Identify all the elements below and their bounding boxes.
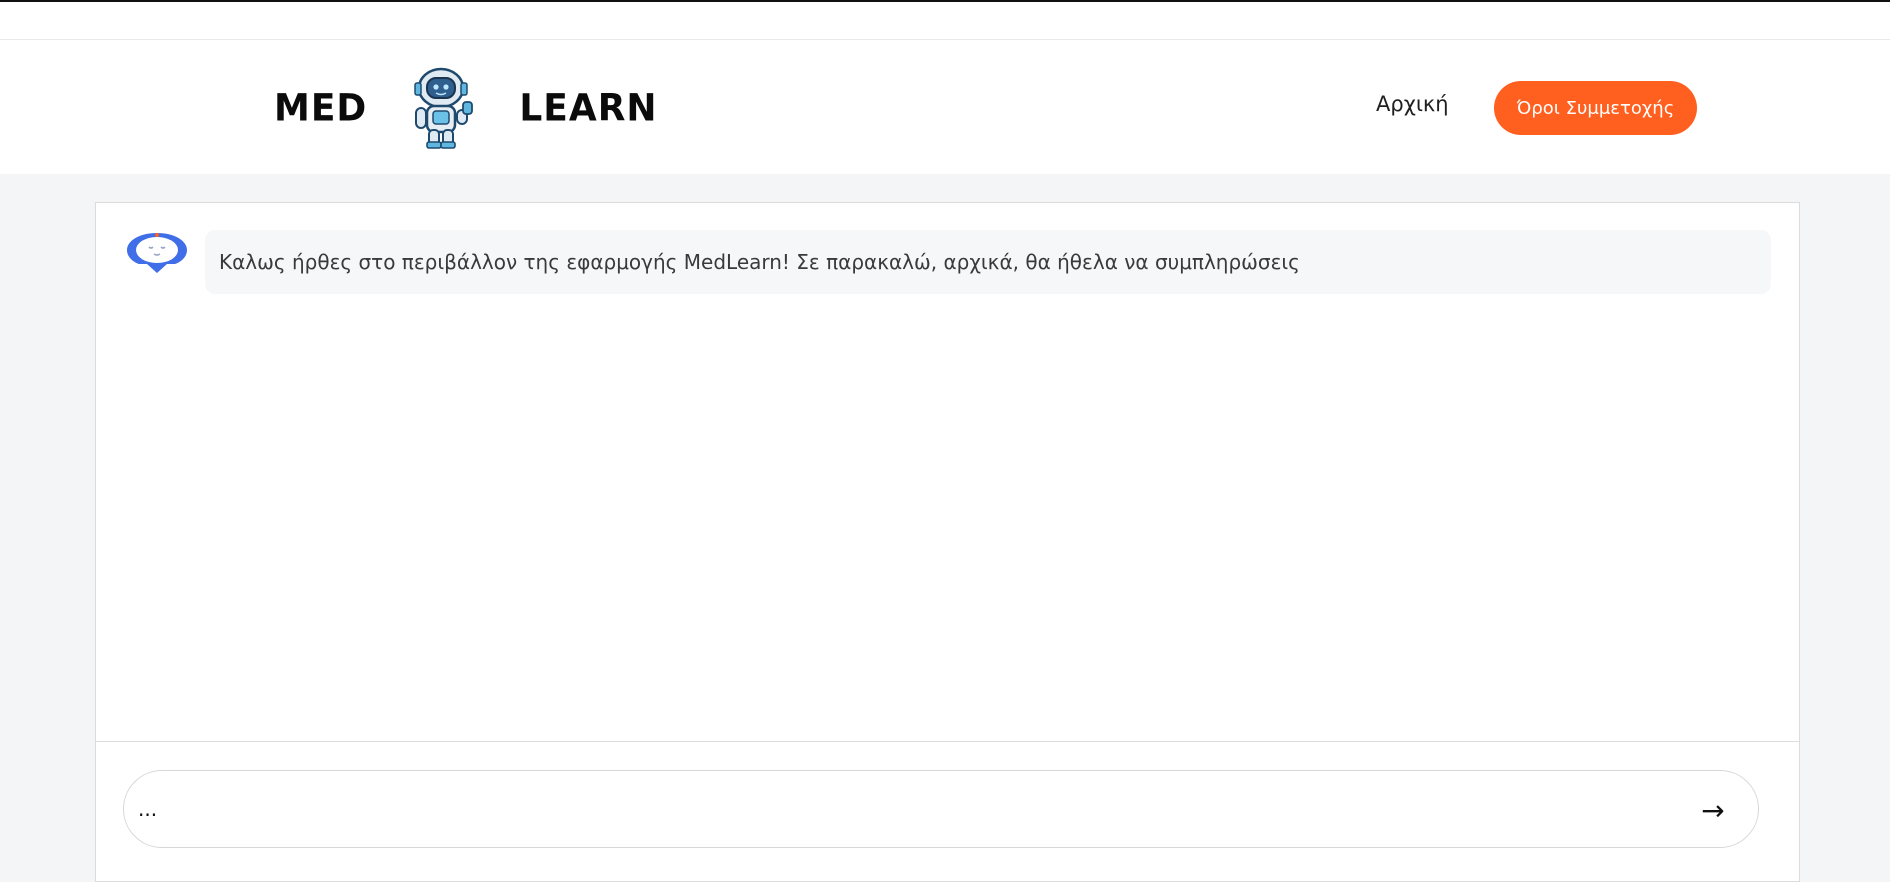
robot-icon [127,233,187,273]
terms-button[interactable]: Όροι Συμμετοχής [1494,81,1697,135]
site-logo[interactable]: MED LEARN [274,66,658,150]
chat-panel: Καλως ήρθες στο περιβάλλον της εφαρμογής… [95,202,1800,882]
top-bar [0,2,1890,40]
input-divider [96,741,1799,742]
chat-input-container: → [123,770,1759,848]
astronaut-robot-icon [414,67,474,149]
logo-text-learn: LEARN [519,86,658,130]
nav-link-home[interactable]: Αρχική [1376,92,1449,116]
logo-text-med: MED [274,86,368,130]
chat-input[interactable] [138,789,1638,829]
bot-message-bubble: Καλως ήρθες στο περιβάλλον της εφαρμογής… [205,230,1771,294]
send-arrow-icon[interactable]: → [1690,787,1736,833]
chat-message: Καλως ήρθες στο περιβάλλον της εφαρμογής… [125,230,1771,294]
site-header: MED LEARN Αρχική Όροι Συμμετοχής [0,40,1890,174]
